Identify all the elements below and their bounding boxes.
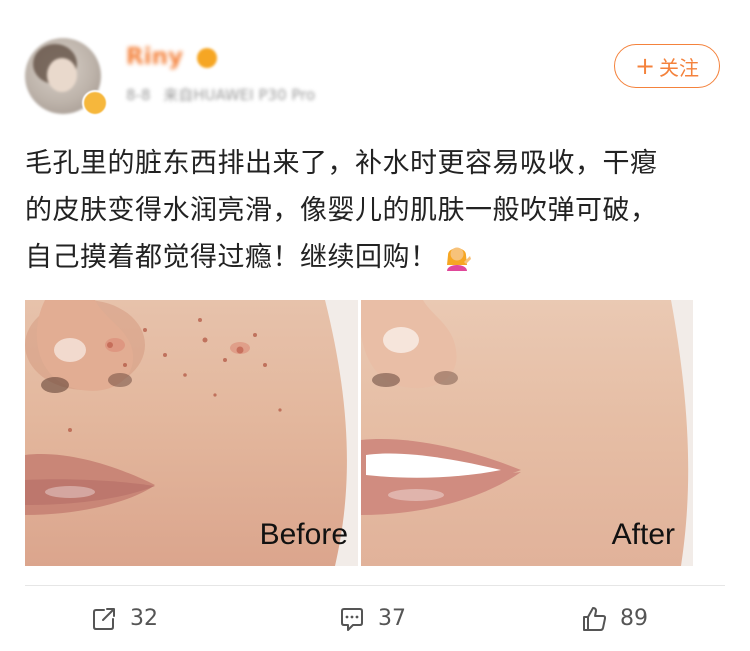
action-bar: 32 37 89 (0, 596, 750, 641)
avatar-face (47, 58, 77, 92)
post-source: 来自HUAWEI P30 Pro (163, 86, 316, 104)
before-photo[interactable]: Before (25, 300, 358, 566)
comment-count: 37 (378, 606, 406, 631)
user-badge-icon (197, 48, 217, 68)
post-line-3: 自己摸着都觉得过瘾！继续回购！ (25, 234, 730, 281)
actions-divider (25, 585, 725, 586)
follow-label: 关注 (659, 55, 700, 80)
post-line-3-text: 自己摸着都觉得过瘾！继续回购！ (25, 242, 438, 273)
share-icon (93, 607, 115, 630)
thumbs-up-icon (583, 606, 607, 631)
share-count: 32 (130, 606, 158, 631)
post-header: Riny 8-8 来自HUAWEI P30 Pro + 关注 (0, 0, 750, 130)
post-line-1: 毛孔里的脏东西排出来了，补水时更容易吸收，干瘪 (25, 148, 658, 179)
share-button[interactable]: 32 (90, 596, 158, 641)
post-meta: 8-8 来自HUAWEI P30 Pro (126, 84, 323, 105)
plus-icon: + (634, 52, 656, 80)
post-text: 毛孔里的脏东西排出来了，补水时更容易吸收，干瘪 的皮肤变得水润亮滑，像婴儿的肌肤… (25, 140, 730, 281)
after-photo[interactable]: After (361, 300, 693, 566)
post-line-2: 的皮肤变得水润亮滑，像婴儿的肌肤一般吹弹可破， (25, 195, 658, 226)
comment-button[interactable]: 37 (338, 596, 406, 641)
before-label: Before (259, 518, 348, 551)
username[interactable]: Riny (126, 44, 183, 70)
comment-icon (341, 607, 363, 631)
after-label: After (611, 518, 675, 551)
woman-tipping-hand-emoji-icon (446, 247, 471, 271)
vip-badge-icon (82, 90, 108, 116)
like-count: 89 (620, 606, 648, 631)
like-button[interactable]: 89 (580, 596, 648, 641)
post-time: 8-8 (126, 86, 151, 104)
follow-button[interactable]: + 关注 (614, 44, 720, 88)
